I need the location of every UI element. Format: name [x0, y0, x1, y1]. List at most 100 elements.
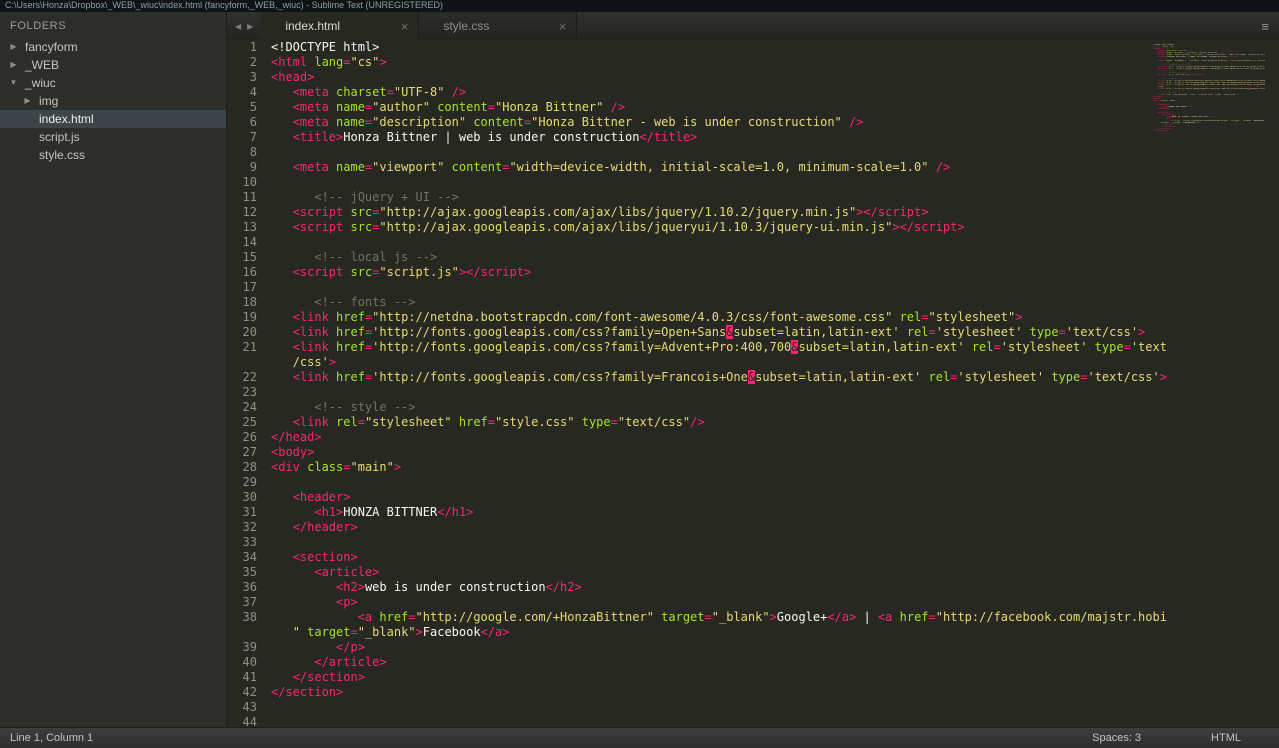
tab-label: index.html: [285, 19, 340, 33]
file-index.html[interactable]: index.html: [0, 110, 226, 128]
tree-item-label: style.css: [39, 146, 85, 164]
code-line[interactable]: 25 <link rel="stylesheet" href="style.cs…: [227, 415, 1279, 430]
code-line[interactable]: 34 <section>: [227, 550, 1279, 565]
code-lines: 1<!DOCTYPE html>2<html lang="cs">3<head>…: [227, 40, 1279, 727]
code-line[interactable]: 38 <a href="http://google.com/+HonzaBitt…: [227, 610, 1279, 625]
file-script.js[interactable]: script.js: [0, 128, 226, 146]
status-bar: Line 1, Column 1 Spaces: 3 HTML: [0, 727, 1279, 748]
code-line[interactable]: 17: [227, 280, 1279, 295]
line-number: 44: [227, 715, 271, 727]
code-line[interactable]: 4 <meta charset="UTF-8" />: [227, 85, 1279, 100]
code-line[interactable]: 5 <meta name="author" content="Honza Bit…: [227, 100, 1279, 115]
code-line[interactable]: 16 <script src="script.js"></script>: [227, 265, 1279, 280]
line-number: 21: [227, 340, 271, 355]
code-line[interactable]: 18 <!-- fonts -->: [227, 295, 1279, 310]
code-line[interactable]: 28<div class="main">: [227, 460, 1279, 475]
file-style.css[interactable]: style.css: [0, 146, 226, 164]
prev-tab-icon[interactable]: ◀: [235, 22, 241, 31]
line-number: 23: [227, 385, 271, 400]
code-line[interactable]: 32 </header>: [227, 520, 1279, 535]
code-line[interactable]: 21 <link href='http://fonts.googleapis.c…: [227, 340, 1279, 355]
code-line[interactable]: 9 <meta name="viewport" content="width=d…: [227, 160, 1279, 175]
code-line[interactable]: 6 <meta name="description" content="Honz…: [227, 115, 1279, 130]
syntax-mode[interactable]: HTML: [1211, 732, 1241, 744]
tab-close-icon[interactable]: ×: [393, 19, 409, 34]
tab-close-icon[interactable]: ×: [551, 19, 567, 34]
line-number: 13: [227, 220, 271, 235]
disclosure-right-icon[interactable]: ▶: [8, 56, 19, 74]
line-number: 25: [227, 415, 271, 430]
code-line[interactable]: 1<!DOCTYPE html>: [227, 40, 1279, 55]
tree-item-label: script.js: [39, 128, 80, 146]
code-line[interactable]: 30 <header>: [227, 490, 1279, 505]
code-line[interactable]: 36 <h2>web is under construction</h2>: [227, 580, 1279, 595]
line-number: 7: [227, 130, 271, 145]
code-line[interactable]: 10: [227, 175, 1279, 190]
code-line[interactable]: 20 <link href='http://fonts.googleapis.c…: [227, 325, 1279, 340]
sidebar: FOLDERS ▶fancyform▶_WEB▼_wiuc▶imgindex.h…: [0, 12, 227, 727]
code-line[interactable]: 14: [227, 235, 1279, 250]
indent-setting[interactable]: Spaces: 3: [1092, 732, 1141, 744]
code-line[interactable]: /css'>: [227, 355, 1279, 370]
code-line[interactable]: 42</section>: [227, 685, 1279, 700]
code-line[interactable]: " target="_blank">Facebook</a>: [227, 625, 1279, 640]
tab-overflow-menu-icon[interactable]: ≡: [1251, 12, 1279, 40]
folder-img[interactable]: ▶img: [0, 92, 226, 110]
line-number: 36: [227, 580, 271, 595]
code-editor[interactable]: 1<!DOCTYPE html>2<html lang="cs">3<head>…: [227, 40, 1279, 727]
line-number: 8: [227, 145, 271, 160]
tab-label: style.css: [443, 19, 489, 33]
code-line[interactable]: 31 <h1>HONZA BITTNER</h1>: [227, 505, 1279, 520]
line-number: 30: [227, 490, 271, 505]
line-number: 10: [227, 175, 271, 190]
code-line[interactable]: 3<head>: [227, 70, 1279, 85]
code-line[interactable]: 41 </section>: [227, 670, 1279, 685]
line-number: 20: [227, 325, 271, 340]
code-line[interactable]: 13 <script src="http://ajax.googleapis.c…: [227, 220, 1279, 235]
code-line[interactable]: 44: [227, 715, 1279, 727]
line-number: 26: [227, 430, 271, 445]
window-title-bar: C:\Users\Honza\Dropbox\_WEB\_wiuc\index.…: [0, 0, 1279, 12]
minimap[interactable]: <!DOCTYPE html><html lang="cs"><head> <m…: [1153, 44, 1265, 136]
code-line[interactable]: 35 <article>: [227, 565, 1279, 580]
folder-_WEB[interactable]: ▶ _WEB: [0, 56, 226, 74]
code-line[interactable]: 33: [227, 535, 1279, 550]
disclosure-down-icon[interactable]: ▼: [8, 74, 19, 92]
code-line[interactable]: 29: [227, 475, 1279, 490]
code-line[interactable]: 11 <!-- jQuery + UI -->: [227, 190, 1279, 205]
disclosure-right-icon[interactable]: ▶: [22, 92, 33, 110]
folder-_wiuc[interactable]: ▼ _wiuc: [0, 74, 226, 92]
code-line[interactable]: 27<body>: [227, 445, 1279, 460]
code-line[interactable]: 22 <link href='http://fonts.googleapis.c…: [227, 370, 1279, 385]
line-number: 12: [227, 205, 271, 220]
code-line[interactable]: 19 <link href="http://netdna.bootstrapcd…: [227, 310, 1279, 325]
disclosure-right-icon[interactable]: ▶: [8, 38, 19, 56]
line-number: [227, 355, 271, 370]
code-line[interactable]: 15 <!-- local js -->: [227, 250, 1279, 265]
line-number: 27: [227, 445, 271, 460]
line-number: 35: [227, 565, 271, 580]
code-line[interactable]: 7 <title>Honza Bittner | web is under co…: [227, 130, 1279, 145]
line-number: 3: [227, 70, 271, 85]
folder-fancyform[interactable]: ▶ fancyform: [0, 38, 226, 56]
code-line[interactable]: 23: [227, 385, 1279, 400]
tree-item-label: fancyform: [25, 38, 78, 56]
code-line[interactable]: 8: [227, 145, 1279, 160]
code-line[interactable]: 24 <!-- style -->: [227, 400, 1279, 415]
line-number: 5: [227, 100, 271, 115]
code-line[interactable]: 43: [227, 700, 1279, 715]
code-line[interactable]: 2<html lang="cs">: [227, 55, 1279, 70]
tree-item-label: _WEB: [25, 56, 59, 74]
tab-index.html[interactable]: index.html ×: [261, 12, 419, 40]
tab-style.css[interactable]: style.css ×: [419, 12, 577, 40]
tree-item-label: _wiuc: [25, 74, 56, 92]
code-line[interactable]: 12 <script src="http://ajax.googleapis.c…: [227, 205, 1279, 220]
next-tab-icon[interactable]: ▶: [247, 22, 253, 31]
code-line[interactable]: 39 </p>: [227, 640, 1279, 655]
code-line[interactable]: 37 <p>: [227, 595, 1279, 610]
code-line[interactable]: 40 </article>: [227, 655, 1279, 670]
line-number: 15: [227, 250, 271, 265]
window-title: C:\Users\Honza\Dropbox\_WEB\_wiuc\index.…: [5, 0, 443, 10]
line-number: 33: [227, 535, 271, 550]
code-line[interactable]: 26</head>: [227, 430, 1279, 445]
